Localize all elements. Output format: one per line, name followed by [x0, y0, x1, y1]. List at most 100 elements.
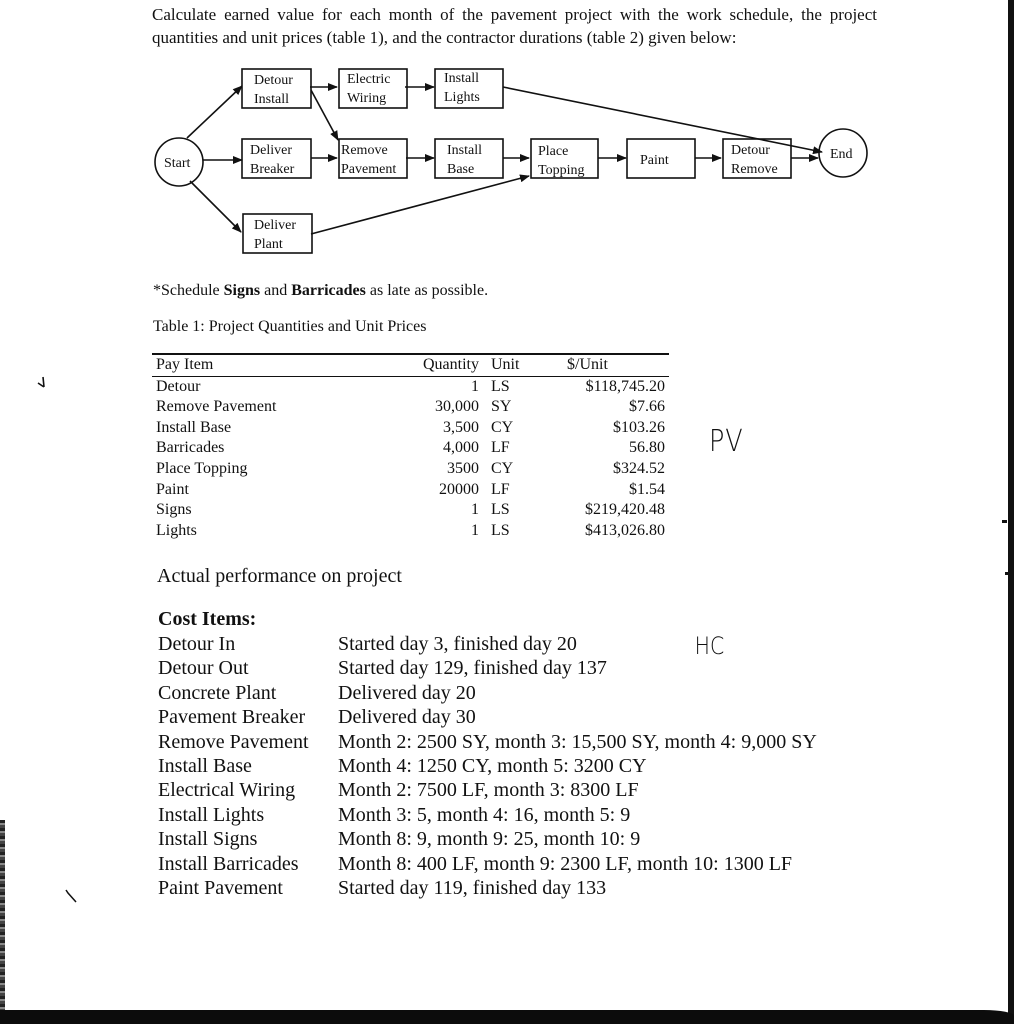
- node-label: Deliver: [254, 218, 296, 233]
- node-label: Lights: [444, 90, 480, 105]
- cell-unit-price: $1.54: [629, 480, 665, 498]
- table-row: Paint 20000 LF $1.54: [152, 480, 669, 501]
- cell-unit: SY: [491, 398, 512, 416]
- cost-item: Electrical Wiring Month 2: 7500 LF, month…: [158, 778, 817, 802]
- cost-items-heading: Cost Items:: [158, 608, 257, 630]
- pen-stroke: [65, 889, 77, 903]
- cell-pay-item: Install Base: [156, 418, 232, 436]
- cell-unit: LS: [491, 377, 510, 395]
- cost-item: Install Base Month 4: 1250 CY, month 5: 3…: [158, 754, 817, 778]
- cell-pay-item: Lights: [156, 521, 197, 539]
- actual-performance-title: Actual performance on project: [157, 565, 402, 587]
- cell-quantity: 20000: [439, 480, 479, 498]
- table-row: Lights 1 LS $413,026.80: [152, 521, 669, 542]
- cell-quantity: 1: [471, 501, 479, 519]
- cell-quantity: 4,000: [443, 439, 479, 457]
- cell-unit-price: $413,026.80: [585, 521, 665, 539]
- cost-item: Detour In Started day 3, finished day 20: [158, 632, 817, 656]
- cost-item-name: Install Signs: [158, 828, 258, 851]
- table-row: Detour 1 LS $118,745.20: [152, 376, 669, 397]
- table-row: Barricades 4,000 LF 56.80: [152, 438, 669, 459]
- precedence-network-diagram: Start End Detour Install Electric Wiring…: [154, 68, 868, 254]
- cell-unit-price: $219,420.48: [585, 501, 665, 519]
- cell-unit-price: $103.26: [613, 418, 665, 436]
- cost-item-detail: Month 2: 2500 SY, month 3: 15,500 SY, mo…: [338, 730, 817, 753]
- cell-unit: LF: [491, 439, 510, 457]
- cost-item-name: Pavement Breaker: [158, 706, 306, 729]
- edge-detour-install-remove-pavement: [310, 89, 339, 141]
- cost-item-detail: Started day 129, finished day 137: [338, 657, 607, 680]
- end-label: End: [830, 147, 853, 162]
- node-label: Install: [444, 71, 479, 86]
- table-header-row: Pay Item Quantity Unit $/Unit: [152, 354, 669, 377]
- header-unit: Unit: [491, 356, 520, 373]
- cell-quantity: 1: [471, 377, 479, 395]
- cost-item-detail: Month 8: 9, month 9: 25, month 10: 9: [338, 828, 641, 851]
- cost-item-detail: Started day 119, finished day 133: [338, 876, 607, 899]
- cost-item-name: Install Base: [158, 754, 252, 777]
- cost-items-list: Detour In Started day 3, finished day 20 D…: [158, 632, 817, 900]
- cost-item-name: Install Barricades: [158, 852, 299, 875]
- cell-unit-price: $7.66: [629, 398, 665, 416]
- cost-item-detail: Month 8: 400 LF, month 9: 2300 LF, month…: [338, 852, 793, 875]
- cost-item: Paint Pavement Started day 119, finished …: [158, 876, 817, 900]
- cell-unit-price: $324.52: [613, 459, 665, 477]
- cell-pay-item: Place Topping: [156, 459, 248, 477]
- cell-quantity: 3500: [447, 459, 479, 477]
- node-label: Paint: [640, 153, 669, 168]
- node-label: Remove: [341, 143, 388, 158]
- cell-quantity: 1: [471, 521, 479, 539]
- cost-item-detail: Month 3: 5, month 4: 16, month 5: 9: [338, 803, 631, 826]
- pen-checkmark: [37, 376, 45, 388]
- table-row: Place Topping 3500 CY $324.52: [152, 459, 669, 480]
- cell-unit-price: 56.80: [629, 439, 665, 457]
- cost-item-detail: Month 4: 1250 CY, month 5: 3200 CY: [338, 754, 647, 777]
- cost-item: Concrete Plant Delivered day 20: [158, 681, 817, 705]
- edge-deliver-plant-place-topping: [310, 174, 530, 235]
- cell-unit: LF: [491, 480, 510, 498]
- table-caption: Table 1: Project Quantities and Unit Pri…: [153, 318, 427, 335]
- edge-start-deliver-plant: [189, 180, 242, 233]
- cell-quantity: 30,000: [435, 398, 479, 416]
- node-label: Base: [447, 162, 474, 177]
- cost-item: Install Lights Month 3: 5, month 4: 16, m…: [158, 803, 817, 827]
- cost-item-name: Remove Pavement: [158, 730, 309, 753]
- cell-pay-item: Signs: [156, 501, 192, 519]
- node-label: Install: [254, 92, 289, 107]
- cost-item-name: Install Lights: [158, 803, 265, 826]
- cost-item-name: Concrete Plant: [158, 681, 277, 704]
- cell-unit: CY: [491, 418, 514, 436]
- cell-quantity: 3,500: [443, 418, 479, 436]
- node-label: Topping: [538, 163, 584, 178]
- quantities-table: Pay Item Quantity Unit $/Unit Detour 1 LS $…: [152, 353, 669, 541]
- cell-unit: LS: [491, 521, 510, 539]
- cell-pay-item: Paint: [156, 480, 189, 498]
- cost-item-detail: Delivered day 30: [338, 706, 476, 729]
- scan-edge-bottom: [0, 1010, 1014, 1024]
- table-row: Install Base 3,500 CY $103.26: [152, 418, 669, 439]
- cost-item-name: Paint Pavement: [158, 876, 283, 899]
- cost-item-detail: Started day 3, finished day 20: [338, 633, 577, 655]
- cell-unit: CY: [491, 459, 514, 477]
- table-row: Remove Pavement 30,000 SY $7.66: [152, 397, 669, 418]
- cost-item: Pavement Breaker Delivered day 30: [158, 705, 817, 729]
- note-signs: Signs: [223, 282, 261, 299]
- cell-pay-item: Remove Pavement: [156, 398, 277, 416]
- node-label: Breaker: [250, 162, 295, 177]
- cost-item-name: Electrical Wiring: [158, 779, 296, 802]
- scan-edge-right: [1008, 0, 1014, 1024]
- node-label: Detour: [254, 73, 293, 88]
- note-text: and: [260, 282, 292, 299]
- cost-item: Install Barricades Month 8: 400 LF, month…: [158, 852, 817, 876]
- cost-item-name: Detour In: [158, 633, 236, 655]
- scan-edge-left: [0, 820, 5, 1024]
- edge-start-detour-install: [186, 85, 243, 139]
- scan-speck: [1002, 520, 1007, 523]
- cost-item-detail: Delivered day 20: [338, 681, 476, 704]
- header-quantity: Quantity: [423, 356, 479, 373]
- cell-unit-price: $118,745.20: [585, 377, 665, 395]
- node-label: Place: [538, 144, 568, 159]
- node-label: Remove: [731, 162, 778, 177]
- node-label: Electric: [347, 72, 391, 87]
- schedule-note: *Schedule Signs and Barricades as late a…: [153, 282, 488, 300]
